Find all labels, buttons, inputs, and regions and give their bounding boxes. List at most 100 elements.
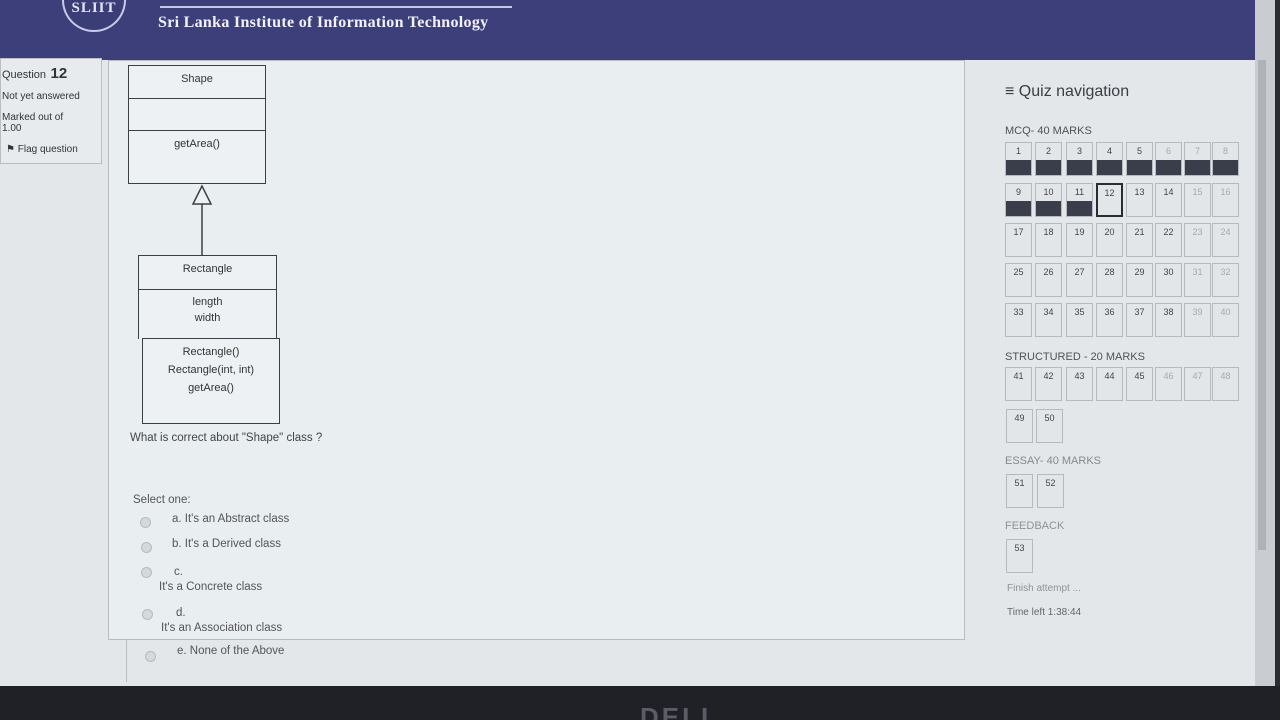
quiz-nav-button[interactable]: 11 [1066,183,1093,217]
quiz-nav-button[interactable]: 14 [1155,183,1182,217]
quiz-nav-button[interactable]: 27 [1066,263,1093,297]
quiz-nav-button[interactable]: 19 [1066,223,1093,257]
sliit-logo[interactable]: SLIIT [62,0,126,32]
quiz-nav-button[interactable]: 37 [1126,303,1153,337]
quiz-nav-button[interactable]: 25 [1005,263,1032,297]
flag-question-button[interactable]: ⚑ Flag question [6,144,101,155]
quiz-nav-button[interactable]: 7 [1184,142,1211,176]
hamburger-icon: ≡ [1005,83,1015,100]
uml-rectangle-method: getArea() [188,382,234,394]
quiz-nav-button[interactable]: 40 [1212,303,1239,337]
quiz-nav-button[interactable]: 31 [1184,263,1211,297]
quiz-nav-number: 14 [1163,187,1174,197]
quiz-nav-number: 3 [1076,146,1082,156]
quiz-nav-number: 2 [1045,146,1051,156]
option-c-radio[interactable] [141,567,152,578]
site-title[interactable]: Sri Lanka Institute of Information Techn… [158,14,488,32]
quiz-nav-button[interactable]: 34 [1035,303,1062,337]
quiz-nav-number: 20 [1104,227,1115,237]
question-number: 12 [50,65,68,82]
quiz-nav-button[interactable]: 35 [1066,303,1093,337]
quiz-nav-button[interactable]: 3 [1066,142,1093,176]
quiz-nav-button[interactable]: 50 [1036,409,1063,443]
uml-shape-name: Shape [129,66,265,99]
quiz-nav-button[interactable]: 12 [1096,183,1123,217]
quiz-nav-button[interactable]: 8 [1212,142,1239,176]
quiz-nav-button[interactable]: 46 [1155,367,1182,401]
quiz-nav-button[interactable]: 45 [1126,367,1153,401]
uml-shape-method: getArea() [174,138,220,150]
quiz-nav-number: 25 [1013,267,1024,277]
quiz-nav-button[interactable]: 13 [1126,183,1153,217]
quiz-nav-button[interactable]: 1 [1005,142,1032,176]
quiz-nav-button[interactable]: 52 [1037,474,1064,508]
finish-attempt-link[interactable]: Finish attempt ... [1007,583,1081,594]
option-a-label[interactable]: a. It's an Abstract class [172,513,289,525]
quiz-nav-button[interactable]: 44 [1096,367,1123,401]
quiz-nav-button[interactable]: 16 [1212,183,1239,217]
quiz-nav-button[interactable]: 42 [1035,367,1062,401]
quiz-nav-number: 17 [1013,227,1024,237]
question-label: Question [2,69,47,81]
quiz-nav-number: 1 [1015,146,1021,156]
quiz-nav-button[interactable]: 4 [1096,142,1123,176]
quiz-nav-button[interactable]: 5 [1126,142,1153,176]
quiz-nav-button[interactable]: 39 [1184,303,1211,337]
quiz-nav-button[interactable]: 28 [1096,263,1123,297]
quiz-nav-button[interactable]: 26 [1035,263,1062,297]
quiz-nav-button[interactable]: 53 [1006,539,1033,573]
option-d-label[interactable]: d. It's an Association class [161,606,282,636]
quiz-nav-button[interactable]: 6 [1155,142,1182,176]
quiz-nav-button[interactable]: 47 [1184,367,1211,401]
quiz-nav-number: 48 [1220,371,1231,381]
option-a-radio[interactable] [140,517,151,528]
quiz-nav-button[interactable]: 38 [1155,303,1182,337]
quiz-nav-button[interactable]: 32 [1212,263,1239,297]
quiz-nav-button[interactable]: 48 [1212,367,1239,401]
option-e-radio[interactable] [145,651,156,662]
quiz-nav-button[interactable]: 17 [1005,223,1032,257]
option-e-label[interactable]: e. None of the Above [177,645,284,657]
quiz-nav-button[interactable]: 22 [1155,223,1182,257]
quiz-nav-button[interactable]: 18 [1035,223,1062,257]
quiz-nav-button[interactable]: 30 [1155,263,1182,297]
quiz-nav-button[interactable]: 20 [1096,223,1123,257]
quiz-nav-button[interactable]: 51 [1006,474,1033,508]
browser-screen: SLIIT Sri Lanka Institute of Information… [0,0,1275,705]
quiz-nav-number: 10 [1043,187,1054,197]
uml-rectangle-name: Rectangle [139,256,276,290]
question-marks: 1.00 [2,123,22,134]
uml-rectangle-attributes: length width [139,290,276,340]
quiz-nav-number: 44 [1104,371,1115,381]
quiz-nav-button[interactable]: 41 [1005,367,1032,401]
flag-question-label: Flag question [17,144,78,155]
quiz-nav-button[interactable]: 49 [1006,409,1033,443]
quiz-nav-button[interactable]: 43 [1066,367,1093,401]
quiz-nav-button[interactable]: 29 [1126,263,1153,297]
quiz-nav-number: 37 [1134,307,1145,317]
uml-rectangle-attribute: length [192,296,223,308]
option-c-label[interactable]: c. It's a Concrete class [159,565,262,595]
scrollbar-thumb[interactable] [1258,60,1266,550]
quiz-nav-button[interactable]: 15 [1184,183,1211,217]
section-label-mcq: MCQ- 40 MARKS [1005,125,1092,137]
option-b-label[interactable]: b. It's a Derived class [172,538,281,550]
quiz-nav-button[interactable]: 9 [1005,183,1032,217]
flag-icon: ⚑ [6,144,15,155]
option-text: It's an Abstract class [184,513,290,525]
quiz-nav-number: 30 [1163,267,1174,277]
quiz-nav-button[interactable]: 23 [1184,223,1211,257]
quiz-nav-button[interactable]: 2 [1035,142,1062,176]
time-left: Time left 1:38:44 [1007,607,1082,618]
quiz-nav-button[interactable]: 24 [1212,223,1239,257]
quiz-nav-button[interactable]: 36 [1096,303,1123,337]
quiz-nav-number: 34 [1043,307,1054,317]
quiz-nav-number: 16 [1220,187,1231,197]
quiz-nav-number: 29 [1134,267,1145,277]
option-d-radio[interactable] [142,609,153,620]
quiz-nav-number: 5 [1136,146,1142,156]
quiz-nav-button[interactable]: 33 [1005,303,1032,337]
quiz-nav-button[interactable]: 21 [1126,223,1153,257]
quiz-nav-button[interactable]: 10 [1035,183,1062,217]
option-b-radio[interactable] [141,542,152,553]
